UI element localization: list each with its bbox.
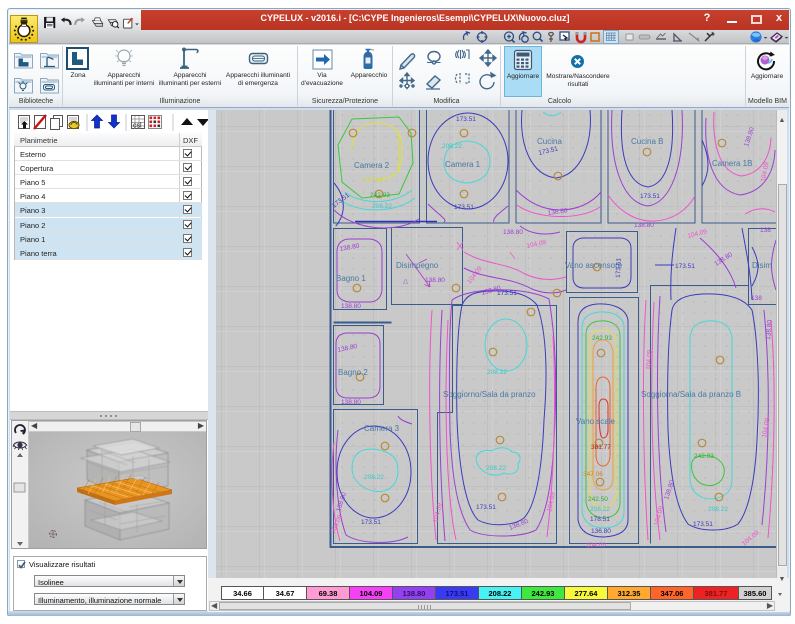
svg-text:Vano scale: Vano scale xyxy=(576,417,616,426)
svg-text:381.77: 381.77 xyxy=(591,444,611,451)
svg-text:Camera 1B: Camera 1B xyxy=(712,159,752,168)
svg-text:Soggiorno/Sala da pranzo: Soggiorno/Sala da pranzo xyxy=(443,390,536,399)
svg-text:Camera 1: Camera 1 xyxy=(445,160,481,169)
svg-text:242.93: 242.93 xyxy=(592,335,612,342)
svg-text:Bagno 1: Bagno 1 xyxy=(336,274,366,283)
svg-text:104.09: 104.09 xyxy=(586,542,606,549)
svg-text:208.22: 208.22 xyxy=(708,506,728,513)
svg-text:208.22: 208.22 xyxy=(486,465,506,472)
svg-text:173.51: 173.51 xyxy=(640,193,660,200)
svg-text:138: 138 xyxy=(751,295,762,302)
svg-text:242.93: 242.93 xyxy=(370,192,390,199)
svg-text:138.80: 138.80 xyxy=(341,303,361,310)
svg-text:208.22: 208.22 xyxy=(364,474,384,481)
svg-text:173.51: 173.51 xyxy=(675,263,695,270)
svg-text:138.80: 138.80 xyxy=(341,399,361,406)
svg-text:Camera 3: Camera 3 xyxy=(364,424,400,433)
svg-text:138.80: 138.80 xyxy=(634,222,654,229)
svg-text:173.51: 173.51 xyxy=(615,258,623,278)
svg-text:178.51: 178.51 xyxy=(590,516,610,523)
svg-text:136.80: 136.80 xyxy=(591,528,611,535)
svg-text:Disim: Disim xyxy=(752,261,772,270)
svg-text:138.80: 138.80 xyxy=(425,277,445,284)
svg-text:277.64: 277.64 xyxy=(363,177,383,184)
svg-text:173.51: 173.51 xyxy=(361,519,381,526)
svg-text:173.51: 173.51 xyxy=(476,504,496,511)
svg-text:208.22: 208.22 xyxy=(590,506,610,513)
svg-text:Bagno 2: Bagno 2 xyxy=(338,368,368,377)
svg-text:173.51: 173.51 xyxy=(454,204,474,211)
svg-text:242.50: 242.50 xyxy=(588,496,608,503)
svg-text:Vano ascensore: Vano ascensore xyxy=(565,261,623,270)
svg-text:Disimpegno: Disimpegno xyxy=(396,261,439,270)
svg-text:208.22: 208.22 xyxy=(442,143,462,150)
svg-text:138.80: 138.80 xyxy=(503,229,523,236)
svg-text:Soggiorna/Sala da pranzo B: Soggiorna/Sala da pranzo B xyxy=(641,390,741,399)
svg-text:208.22: 208.22 xyxy=(372,203,392,210)
svg-text:Cucina: Cucina xyxy=(537,137,562,146)
svg-text:173.51: 173.51 xyxy=(497,290,517,297)
svg-text:208.22: 208.22 xyxy=(487,369,507,376)
svg-text:Camera 2: Camera 2 xyxy=(354,161,390,170)
svg-text:347.06: 347.06 xyxy=(583,471,603,478)
svg-text:138: 138 xyxy=(760,227,771,234)
svg-text:242.93: 242.93 xyxy=(694,453,714,460)
svg-text:173.51: 173.51 xyxy=(693,521,713,528)
svg-text:csl: csl xyxy=(133,123,142,130)
svg-text:173.51: 173.51 xyxy=(456,116,476,123)
svg-text:Cucina B: Cucina B xyxy=(631,137,663,146)
